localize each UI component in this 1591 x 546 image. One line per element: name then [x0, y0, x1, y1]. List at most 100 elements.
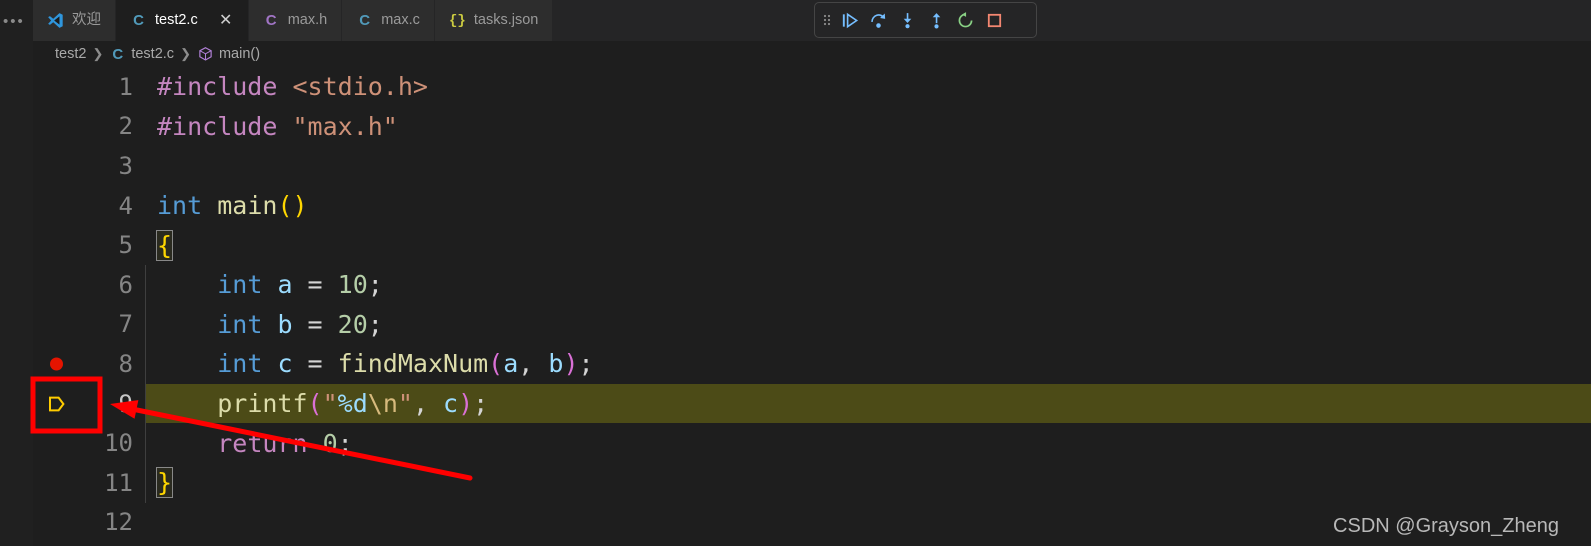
code-line-text[interactable]: int a = 10;	[145, 264, 1591, 305]
debug-current-line-pointer-icon[interactable]	[45, 393, 67, 415]
breadcrumb-item-folder[interactable]: test2	[55, 46, 86, 62]
code-token: "	[322, 389, 338, 419]
breadcrumb-item-file[interactable]: C test2.c	[109, 46, 174, 63]
code-token: (	[307, 389, 323, 419]
code-token: 0	[322, 428, 338, 458]
code-line-text[interactable]: int c = findMaxNum(a, b);	[145, 344, 1591, 384]
code-token: <stdio.h>	[292, 72, 428, 102]
tab-max.c[interactable]: Cmax.c	[342, 0, 435, 41]
code-line-text[interactable]: #include "max.h"	[145, 107, 1591, 147]
code-line[interactable]: 9 printf(" %d \n ", c);	[33, 383, 1591, 424]
code-editor[interactable]: 1 #include <stdio.h> 2 #include "max.h" 3 4 in…	[33, 67, 1591, 546]
c-file-icon: C	[133, 12, 144, 29]
line-number: 4	[118, 191, 133, 220]
breadcrumb-separator-icon: ❯	[180, 46, 191, 61]
code-line[interactable]: 1 #include <stdio.h>	[33, 67, 1591, 107]
debug-toolbar[interactable]	[814, 2, 1037, 38]
tab-欢迎[interactable]: 欢迎	[33, 0, 116, 41]
code-token: =	[292, 270, 338, 300]
step-over-icon[interactable]	[865, 7, 892, 34]
line-gutter[interactable]: 11	[33, 462, 145, 503]
line-gutter[interactable]: 3	[33, 146, 145, 186]
code-line-text[interactable]	[145, 146, 1591, 186]
line-number: 9	[118, 389, 133, 418]
stop-icon[interactable]	[981, 7, 1008, 34]
code-line[interactable]: 7 int b = 20;	[33, 304, 1591, 345]
code-token: "max.h"	[292, 111, 398, 141]
code-line-text[interactable]: #include <stdio.h>	[145, 67, 1591, 107]
line-gutter[interactable]: 5	[33, 225, 145, 265]
line-gutter[interactable]: 2	[33, 106, 145, 147]
code-line-text[interactable]: {	[145, 225, 1591, 265]
code-token: "	[397, 389, 413, 419]
line-gutter[interactable]: 7	[33, 304, 145, 345]
code-line[interactable]: 4 int main()	[33, 185, 1591, 226]
drag-handle-icon[interactable]	[820, 7, 834, 34]
code-line[interactable]: 6 int a = 10;	[33, 264, 1591, 305]
step-out-icon[interactable]	[923, 7, 950, 34]
tab-label: max.h	[287, 12, 328, 29]
code-line[interactable]: 5{	[33, 225, 1591, 265]
tab-label: 欢迎	[72, 12, 101, 29]
line-gutter[interactable]: 4	[33, 185, 145, 226]
line-number: 1	[118, 72, 133, 101]
code-token: int	[157, 191, 203, 221]
code-line-text[interactable]: }	[145, 462, 1591, 503]
line-number: 11	[104, 468, 133, 497]
line-gutter[interactable]: 12	[33, 502, 145, 543]
code-token: {	[155, 229, 174, 261]
code-line[interactable]: 3	[33, 146, 1591, 186]
tab-test2.c[interactable]: Ctest2.c ✕	[116, 0, 249, 41]
line-number: 3	[118, 151, 133, 180]
code-token: return	[217, 428, 308, 458]
tab-tasks.json[interactable]: {} tasks.json	[434, 0, 554, 41]
line-gutter[interactable]: 6	[33, 264, 145, 305]
code-token: a	[503, 349, 519, 379]
code-line[interactable]: 10 return 0;	[33, 423, 1591, 463]
code-token: c	[443, 389, 459, 419]
restart-icon[interactable]	[952, 7, 979, 34]
line-gutter[interactable]: 8	[33, 344, 145, 384]
code-line[interactable]: 2 #include "max.h"	[33, 106, 1591, 147]
code-token: b	[277, 309, 293, 339]
watermark: CSDN @Grayson_Zheng	[1333, 515, 1559, 537]
vscode-logo-icon	[47, 12, 64, 29]
line-gutter[interactable]: 1	[33, 67, 145, 107]
close-icon[interactable]: ✕	[218, 12, 234, 29]
line-number: 10	[104, 429, 133, 458]
line-gutter[interactable]: 10	[33, 423, 145, 463]
json-file-icon: {}	[448, 12, 466, 29]
code-line-text[interactable]: return 0;	[145, 423, 1591, 463]
code-token: int	[217, 349, 263, 379]
code-token: %d	[337, 389, 368, 419]
code-token: }	[155, 467, 174, 499]
line-gutter[interactable]: 9	[33, 383, 145, 424]
breadcrumb-item-symbol[interactable]: main()	[197, 46, 260, 63]
tab-bar-empty-space	[553, 0, 1591, 41]
code-token: b	[548, 349, 564, 379]
activity-bar-overflow-icon[interactable]: •••	[3, 14, 25, 29]
step-into-icon[interactable]	[894, 7, 921, 34]
code-line-text[interactable]: int b = 20;	[145, 304, 1591, 345]
code-token: ;	[367, 309, 383, 339]
line-number: 5	[118, 231, 133, 260]
code-token: ;	[473, 389, 489, 419]
continue-icon[interactable]	[836, 7, 863, 34]
code-line[interactable]: 8 int c = findMaxNum(a, b);	[33, 344, 1591, 384]
code-token: 10	[337, 270, 368, 300]
code-line-text[interactable]: printf(" %d \n ", c);	[145, 383, 1591, 424]
code-token: \n	[367, 389, 398, 419]
code-line-text[interactable]: int main()	[145, 186, 1591, 226]
code-token: main	[217, 191, 278, 221]
code-line[interactable]: 11}	[33, 462, 1591, 503]
breadcrumb-separator-icon: ❯	[92, 46, 104, 61]
indent-guide	[145, 462, 146, 503]
tab-max.h[interactable]: Cmax.h	[248, 0, 343, 41]
breakpoint-icon[interactable]	[50, 357, 63, 371]
code-token: )	[458, 389, 474, 419]
